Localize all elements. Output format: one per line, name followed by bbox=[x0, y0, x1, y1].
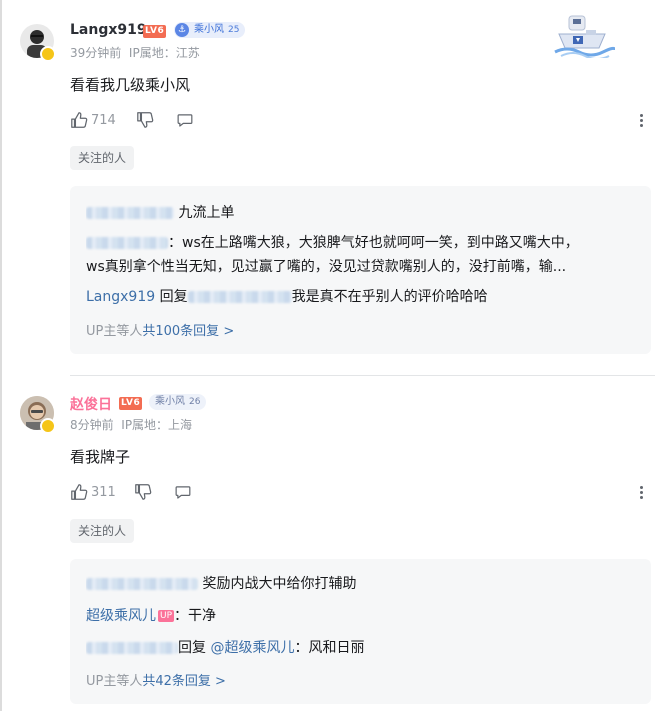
reply-line: Langx919 回复 我是真不在乎别人的评价哈哈哈 bbox=[86, 286, 637, 308]
view-more-replies[interactable]: UP主等人共42条回复 > bbox=[86, 670, 226, 689]
followed-tag: 关注的人 bbox=[70, 519, 135, 543]
reply-line: 奖励内战大中给你打辅助 bbox=[86, 573, 637, 595]
ip-location: IP属地：上海 bbox=[121, 418, 193, 432]
thumbs-down-icon bbox=[135, 484, 152, 500]
reply-button[interactable] bbox=[176, 110, 194, 130]
decoration-ship-image bbox=[553, 12, 617, 60]
like-button[interactable]: 714 bbox=[70, 110, 116, 130]
comment-actions: 714 bbox=[70, 110, 630, 130]
verified-badge-icon bbox=[40, 46, 56, 62]
fan-medal-name: 乘小风 bbox=[194, 24, 224, 35]
fan-medal[interactable]: ⚓ 乘小风 25 bbox=[174, 22, 246, 38]
comment-actions: 311 bbox=[70, 482, 630, 502]
more-replies-prefix: UP主等人 bbox=[86, 674, 143, 689]
reply-text: ：风和日丽 bbox=[294, 640, 365, 656]
like-button[interactable]: 311 bbox=[70, 482, 116, 502]
reply-text: 奖励内战大中给你打辅助 bbox=[202, 576, 357, 592]
chat-bubble-icon bbox=[177, 114, 193, 127]
ip-location: IP属地：江苏 bbox=[128, 46, 200, 60]
more-replies-link[interactable]: 共42条回复 bbox=[142, 674, 211, 689]
thumbs-up-icon bbox=[71, 484, 88, 500]
thumbs-up-icon bbox=[71, 112, 88, 128]
comment-item: Langx919 LV6 ⚓ 乘小风 25 39分钟前 IP属地：江苏 看看我几级… bbox=[0, 0, 665, 375]
fan-medal-level: 25 bbox=[228, 25, 240, 35]
like-count: 311 bbox=[91, 484, 116, 500]
more-options-icon[interactable] bbox=[637, 112, 645, 128]
reply-preview-box[interactable]: 九流上单 ：ws在上路嘴大狼，大狼脾气好也就呵呵一笑，到中路又嘴大中， ws真别… bbox=[70, 186, 651, 354]
chat-bubble-icon bbox=[175, 486, 191, 499]
reply-line-continued: ws真别拿个性当无知，见过赢了嘴的，没见过贷款嘴别人的，没打前嘴，输... bbox=[86, 259, 567, 275]
level-badge: LV6 bbox=[143, 25, 167, 38]
reply-text: 我是真不在乎别人的评价哈哈哈 bbox=[291, 289, 488, 305]
reply-preview-box[interactable]: 奖励内战大中给你打辅助 超级乘风儿 UP ：干净 回复 @超级乘风儿：风和日丽 UP… bbox=[70, 559, 651, 704]
dislike-button[interactable] bbox=[134, 482, 152, 502]
comment-meta: 8分钟前 IP属地：上海 bbox=[70, 416, 192, 433]
blurred-username bbox=[86, 642, 178, 654]
reply-word: 回复 bbox=[159, 289, 188, 305]
dislike-button[interactable] bbox=[136, 110, 154, 130]
reply-button[interactable] bbox=[174, 482, 192, 502]
reply-line: 回复 @超级乘风儿：风和日丽 bbox=[86, 637, 637, 659]
comment-content: 看看我几级乘小风 bbox=[70, 76, 191, 94]
view-more-replies[interactable]: UP主等人共100条回复 > bbox=[86, 320, 234, 339]
more-replies-link[interactable]: 共100条回复 bbox=[142, 324, 219, 339]
up-badge: UP bbox=[158, 610, 175, 622]
blurred-username bbox=[187, 291, 292, 303]
blurred-username bbox=[86, 207, 174, 219]
blurred-username bbox=[86, 237, 168, 249]
chevron-right-icon: > bbox=[215, 674, 226, 689]
anchor-icon: ⚓ bbox=[175, 23, 189, 37]
verified-badge-icon bbox=[40, 418, 56, 434]
comment-content: 看我牌子 bbox=[70, 448, 131, 466]
reply-text: 九流上单 bbox=[178, 205, 235, 221]
more-options-icon[interactable] bbox=[637, 484, 645, 500]
reply-word: 回复 bbox=[178, 640, 206, 656]
comment-meta: 39分钟前 IP属地：江苏 bbox=[70, 44, 200, 61]
mention-link[interactable]: @超级乘风儿 bbox=[210, 640, 294, 656]
thumbs-down-icon bbox=[137, 112, 154, 128]
reply-username[interactable]: 超级乘风儿 bbox=[86, 608, 156, 624]
fan-medal[interactable]: 乘小风 26 bbox=[149, 394, 207, 410]
reply-text: ：干净 bbox=[174, 608, 217, 624]
reply-username[interactable]: Langx919 bbox=[86, 289, 155, 305]
fan-medal-name: 乘小风 bbox=[155, 396, 185, 407]
fan-medal-level: 26 bbox=[189, 397, 201, 407]
reply-line: 超级乘风儿 UP ：干净 bbox=[86, 605, 637, 627]
like-count: 714 bbox=[91, 112, 116, 128]
chevron-right-icon: > bbox=[223, 324, 235, 339]
followed-tag: 关注的人 bbox=[70, 146, 135, 170]
reply-line: 九流上单 bbox=[86, 202, 637, 224]
level-badge: LV6 bbox=[119, 397, 143, 410]
username[interactable]: 赵俊日 bbox=[70, 394, 112, 414]
more-replies-prefix: UP主等人 bbox=[86, 324, 143, 339]
reply-text: ：ws在上路嘴大狼，大狼脾气好也就呵呵一笑，到中路又嘴大中， bbox=[168, 235, 579, 251]
username[interactable]: Langx919 bbox=[70, 22, 147, 38]
comment-time: 8分钟前 bbox=[70, 418, 114, 432]
blurred-username bbox=[86, 578, 198, 590]
reply-line: ：ws在上路嘴大狼，大狼脾气好也就呵呵一笑，到中路又嘴大中， bbox=[86, 232, 637, 254]
comment-time: 39分钟前 bbox=[70, 46, 122, 60]
